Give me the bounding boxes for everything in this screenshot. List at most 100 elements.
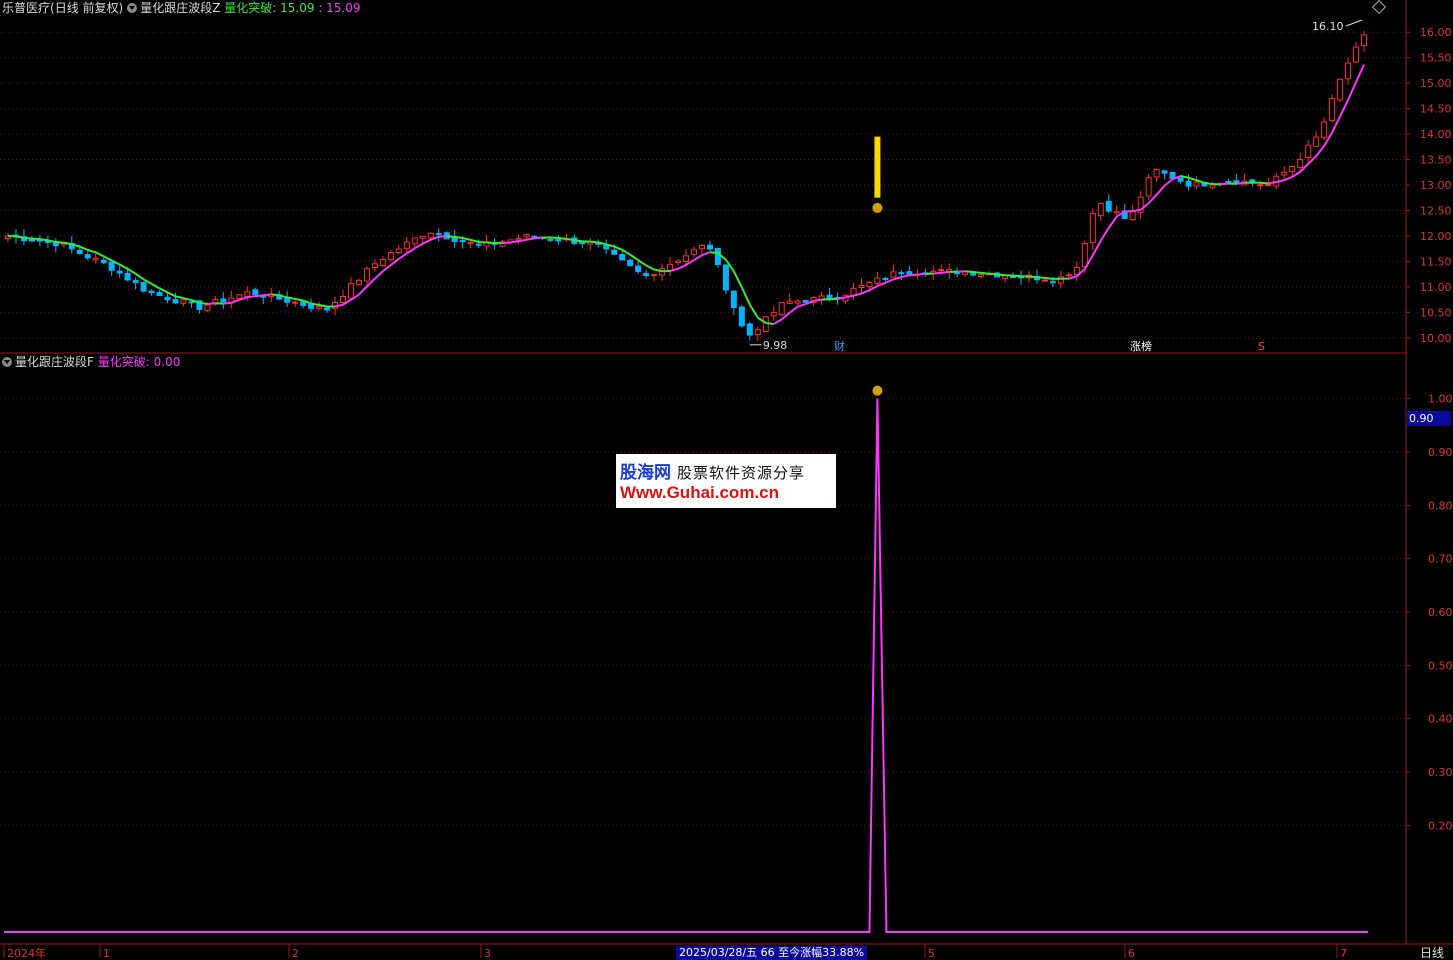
ma-line-segment [740, 286, 751, 306]
x-tick-label: 7 [1340, 947, 1347, 960]
candle-body [204, 304, 211, 311]
ma-line-segment [263, 293, 272, 297]
ma-line-segment [271, 293, 280, 297]
stock-name[interactable]: 乐普医疗 [2, 1, 50, 15]
watermark-url: Www.Guhai.com.cn [620, 483, 779, 502]
ma-line-segment [941, 270, 950, 274]
ma-line-segment [486, 241, 495, 245]
candle-body [651, 274, 658, 277]
period-label[interactable]: 日线 [1420, 946, 1444, 960]
ma-line-segment [933, 271, 942, 275]
ma-line-segment [1188, 176, 1197, 182]
chart-stage[interactable]: 10.00 10.50 11.00 11.50 12.00 12.50 13.00 13.50… [0, 0, 1453, 960]
ma-line-segment [590, 240, 599, 244]
main-line-value: : 15.09 [272, 1, 315, 15]
ma-line-segment [159, 287, 168, 294]
ma-line-segment [613, 245, 623, 251]
candle-body [619, 253, 626, 261]
ma-line-segment [294, 297, 304, 302]
candle-body [898, 272, 905, 275]
candle-body [1321, 121, 1328, 139]
main-indicator-name[interactable]: 量化跟庄波段Z [140, 1, 220, 15]
event-label: 财 [834, 339, 845, 353]
ma-line-segment [199, 301, 208, 305]
ma-line-segment [1339, 99, 1349, 117]
main-y-tick-label: 15.50 [1420, 52, 1452, 65]
candle-body [523, 234, 530, 238]
ma-line-segment [789, 306, 799, 314]
candle-body [1041, 279, 1048, 282]
main-y-tick-label: 11.50 [1420, 255, 1452, 268]
ma-line-segment [748, 304, 759, 319]
candle-body [340, 295, 347, 304]
candle-body [858, 285, 865, 289]
candle-body [890, 271, 897, 278]
main-y-tick-label: 11.00 [1420, 281, 1452, 294]
x-tick-label: 6 [1128, 947, 1135, 960]
ma-line-segment [765, 322, 774, 326]
ma-line-segment [693, 254, 703, 261]
sub-indicator-name[interactable]: 量化跟庄波段F [15, 355, 94, 369]
candle-body [164, 296, 171, 301]
ma-line-segment [534, 236, 543, 240]
ma-line-segment [1315, 145, 1325, 157]
candle-body [1177, 177, 1184, 182]
ma-line-segment [1180, 175, 1189, 179]
candle-body [316, 305, 323, 309]
candle-body [770, 312, 777, 317]
sub-axis-current-tag: 0.90 [1407, 411, 1451, 426]
candle-body [722, 264, 729, 291]
watermark-banner: 股海网 股票软件资源分享 Www.Guhai.com.cn [616, 454, 836, 508]
ma-line-segment [95, 251, 105, 258]
ma-line-segment [989, 272, 998, 276]
watermark-cn: 股海网 [620, 463, 671, 483]
candle-body [978, 273, 985, 278]
candle-body [627, 259, 634, 267]
candle-body [882, 278, 889, 281]
candle-body [1289, 166, 1296, 172]
ma-line-segment [909, 273, 918, 277]
candle-body [579, 241, 586, 245]
ma-line-segment [1132, 208, 1141, 213]
candle-body [108, 261, 115, 271]
candle-body [643, 273, 650, 277]
ma-line-segment [629, 253, 639, 261]
ma-line-segment [422, 238, 432, 245]
candle-body [1361, 34, 1368, 47]
ma-line-segment [837, 296, 846, 300]
candle-body [754, 329, 761, 336]
candle-body [1337, 78, 1344, 101]
candle-body [611, 249, 618, 255]
ma-line-segment [1012, 274, 1022, 278]
ma-line-segment [558, 236, 567, 240]
ma-line-segment [996, 273, 1006, 277]
x-tick-label: 2024年 [7, 946, 46, 960]
candle-body [284, 297, 291, 303]
candle-body [698, 244, 705, 250]
candle-body [244, 291, 251, 297]
candle-body [1065, 274, 1072, 277]
ma-line-segment [119, 263, 129, 270]
ma-line-segment [621, 248, 631, 256]
candle-body [140, 281, 147, 292]
candle-body [794, 300, 801, 304]
candle-body [547, 238, 554, 241]
money-bag-icon [872, 202, 883, 213]
main-y-tick-label: 10.50 [1420, 306, 1452, 319]
candle-body [730, 290, 737, 309]
ma-line-segment [39, 238, 49, 242]
main-y-tick-label: 13.50 [1420, 154, 1452, 167]
sub-indicator-menu-icon[interactable] [2, 357, 12, 367]
indicator-menu-icon[interactable] [127, 3, 138, 13]
candle-body [1193, 181, 1200, 187]
ma-line-segment [1028, 275, 1038, 279]
main-y-tick-label: 14.50 [1420, 103, 1452, 116]
candle-body [371, 263, 378, 269]
ma-line-segment [135, 272, 145, 281]
ma-line-segment [1124, 210, 1133, 213]
ma-line-segment [1204, 181, 1213, 186]
ma-line-segment [1099, 227, 1110, 242]
candle-body [1145, 177, 1152, 197]
sub-y-tick-label: 0.50 [1428, 659, 1453, 672]
ma-line-segment [645, 264, 655, 271]
